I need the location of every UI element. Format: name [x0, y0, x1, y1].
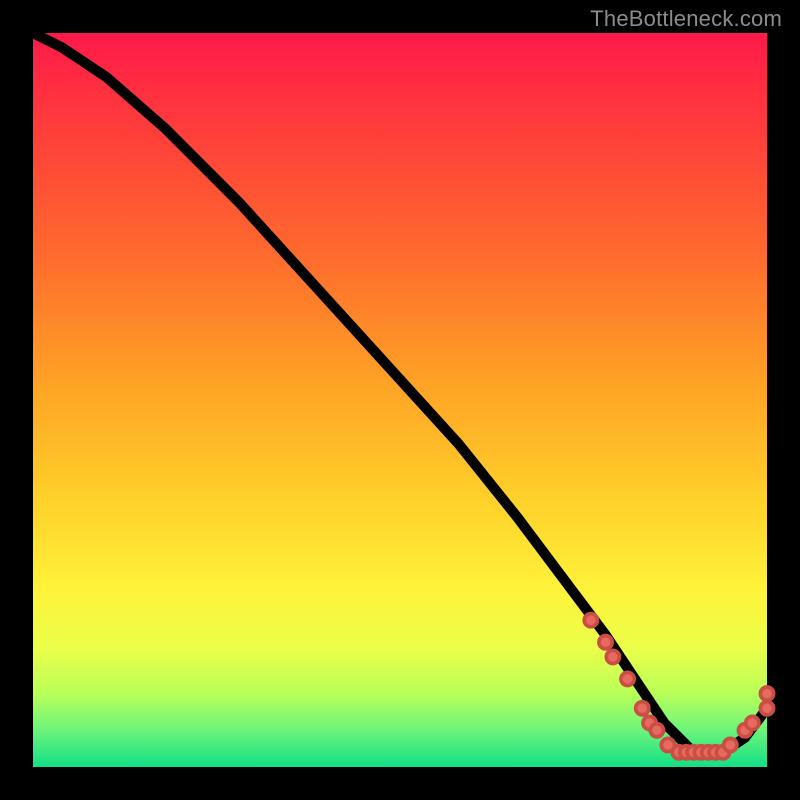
marker-dot: [621, 672, 634, 685]
marker-dot: [724, 738, 737, 751]
marker-dot: [584, 614, 597, 627]
chart-svg: [33, 33, 767, 767]
plot-area: [33, 33, 767, 767]
bottleneck-curve: [33, 33, 767, 752]
marker-dot: [760, 687, 773, 700]
chart-frame: TheBottleneck.com: [0, 0, 800, 800]
watermark-text: TheBottleneck.com: [590, 6, 782, 32]
marker-dot: [599, 636, 612, 649]
marker-dot: [606, 650, 619, 663]
marker-dot: [650, 724, 663, 737]
marker-dot: [746, 716, 759, 729]
marker-dot: [636, 702, 649, 715]
marker-dot: [760, 702, 773, 715]
